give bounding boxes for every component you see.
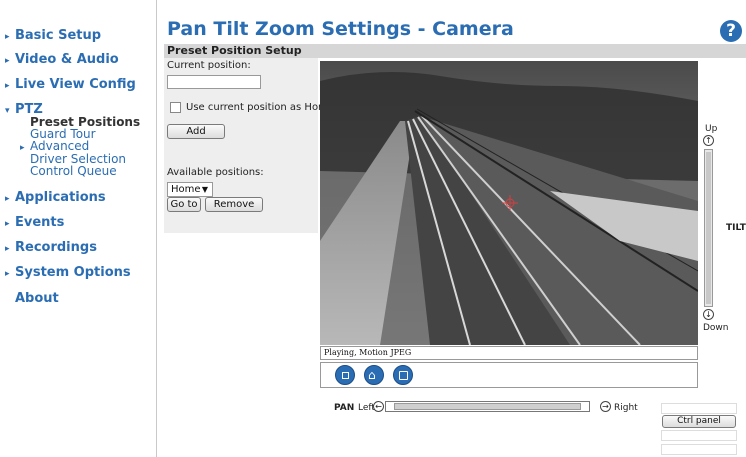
use-home-label: Use current position as Home xyxy=(186,102,334,113)
nav-system-options[interactable]: ▸ System Options xyxy=(5,265,131,280)
snapshot-button[interactable] xyxy=(393,365,413,385)
chevron-right-icon: ▸ xyxy=(5,219,10,229)
pan-right-label: Right xyxy=(614,403,638,413)
current-position-label: Current position: xyxy=(167,60,251,71)
chevron-right-icon: ▸ xyxy=(20,143,25,153)
page-title: Pan Tilt Zoom Settings - Camera xyxy=(167,18,514,40)
nav-basic-setup[interactable]: ▸ Basic Setup xyxy=(5,28,101,43)
snapshot-icon xyxy=(399,371,408,380)
current-position-input[interactable] xyxy=(167,75,261,89)
camera-video[interactable] xyxy=(320,61,698,345)
tilt-up-arrow-icon[interactable]: ↑ xyxy=(703,135,714,146)
tilt-up-label: Up xyxy=(705,124,718,134)
tilt-label: TILT xyxy=(726,223,746,233)
add-button[interactable]: Add xyxy=(167,124,225,139)
nav-recordings[interactable]: ▸ Recordings xyxy=(5,240,97,255)
dropdown-arrow-icon: ▼ xyxy=(201,185,208,194)
tilt-slider-bar xyxy=(706,152,711,304)
tilt-slider[interactable] xyxy=(704,149,713,307)
pan-slider[interactable] xyxy=(385,401,590,412)
camera-feed-image xyxy=(320,61,698,345)
section-header: Preset Position Setup xyxy=(164,44,746,58)
sidebar: ▸ Basic Setup ▸ Video & Audio ▸ Live View C… xyxy=(0,0,157,457)
video-status: Playing, Motion JPEG xyxy=(320,346,698,360)
nav-events[interactable]: ▸ Events xyxy=(5,215,64,230)
nav-about[interactable]: About xyxy=(15,291,59,306)
right-box-top xyxy=(661,403,737,414)
chevron-down-icon: ▾ xyxy=(5,106,10,116)
chevron-right-icon: ▸ xyxy=(5,244,10,254)
pan-right-arrow-icon[interactable]: → xyxy=(600,401,611,412)
remove-button[interactable]: Remove xyxy=(205,197,263,212)
stop-button[interactable] xyxy=(335,365,355,385)
help-icon[interactable]: ? xyxy=(720,20,742,42)
pan-slider-bar xyxy=(394,403,581,410)
tilt-down-label: Down xyxy=(703,323,729,333)
use-home-checkbox[interactable] xyxy=(170,102,181,113)
chevron-right-icon: ▸ xyxy=(5,81,10,91)
preset-panel: Current position: Use current position a… xyxy=(164,58,334,233)
right-box-bottom xyxy=(661,444,737,455)
pan-left-arrow-icon[interactable]: ← xyxy=(373,401,384,412)
chevron-right-icon: ▸ xyxy=(5,194,10,204)
stop-icon xyxy=(342,372,349,379)
video-controls: ⌂ xyxy=(320,362,698,388)
chevron-right-icon: ▸ xyxy=(5,56,10,66)
pan-label: PAN xyxy=(334,403,355,413)
positions-select[interactable]: Home ▼ xyxy=(167,182,213,197)
home-icon: ⌂ xyxy=(368,368,376,382)
nav-applications[interactable]: ▸ Applications xyxy=(5,190,106,205)
chevron-right-icon: ▸ xyxy=(5,269,10,279)
right-box-mid xyxy=(661,430,737,441)
available-positions-label: Available positions: xyxy=(167,167,264,178)
nav-video-audio[interactable]: ▸ Video & Audio xyxy=(5,52,119,67)
nav-control-queue[interactable]: Control Queue xyxy=(30,165,117,178)
tilt-down-arrow-icon[interactable]: ↓ xyxy=(703,309,714,320)
ctrl-panel-button[interactable]: Ctrl panel xyxy=(662,415,736,428)
nav-live-view-config[interactable]: ▸ Live View Config xyxy=(5,77,136,92)
home-button[interactable]: ⌂ xyxy=(364,365,384,385)
chevron-right-icon: ▸ xyxy=(5,32,10,42)
go-to-button[interactable]: Go to xyxy=(167,197,201,212)
